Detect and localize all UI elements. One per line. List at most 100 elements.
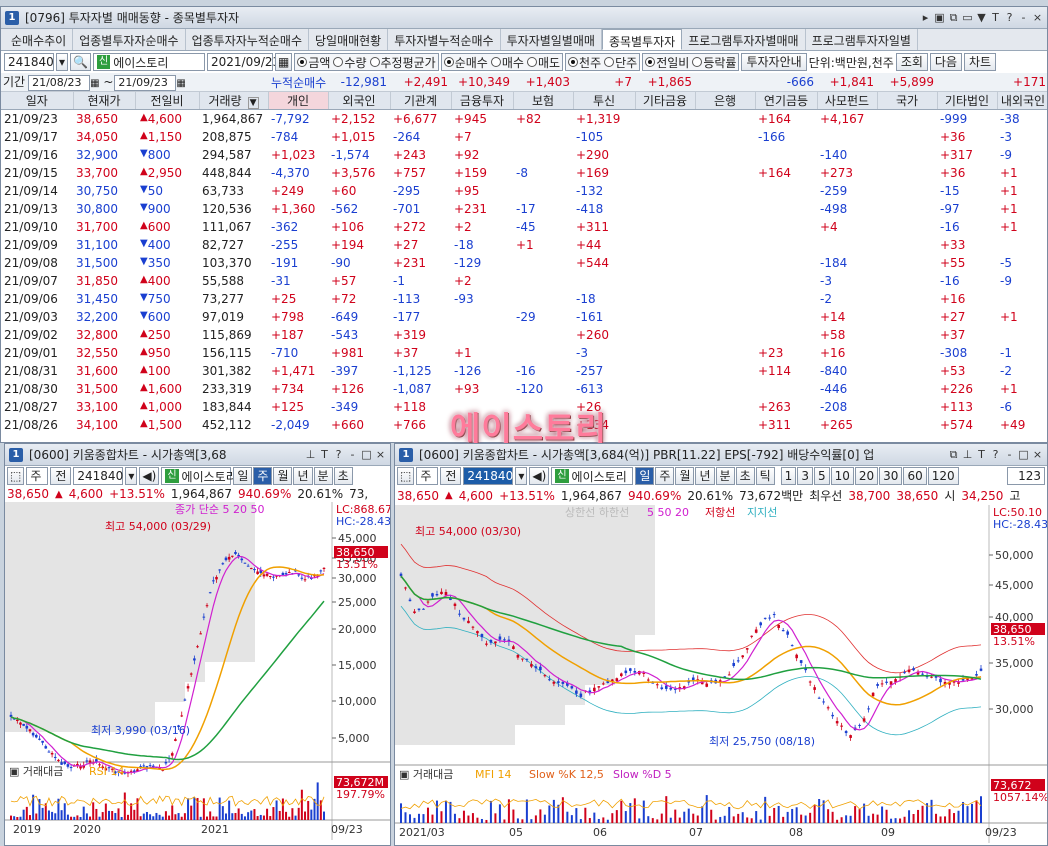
table-row[interactable]: 21/09/02 32,800 ▲ 250 115,869 +187 -543 +319 +26… [1, 326, 1047, 344]
column-header[interactable]: 거래량 ▼ [199, 91, 269, 110]
chart-code-input[interactable]: 241840 [73, 467, 124, 485]
interval-button-7[interactable]: 120 [927, 467, 959, 485]
period-from-input[interactable]: 21/08/23 [28, 75, 91, 91]
column-header[interactable]: 전일비 [135, 91, 200, 110]
tab-5[interactable]: 투자자별일별매매 [501, 29, 602, 50]
table-row[interactable]: 21/09/07 31,850 ▲ 400 55,588 -31 +57 -1 +2 -3 -16-… [1, 272, 1047, 290]
chart-menu-icon[interactable]: ⬚ [7, 467, 25, 485]
help-icon[interactable]: ? [333, 448, 344, 461]
column-header[interactable]: 현재가 [73, 91, 136, 110]
stock-code-input[interactable]: 241840 [4, 53, 54, 71]
table-row[interactable]: 21/09/23 38,650 ▲ 4,600 1,964,867 -7,792 +2,15… [1, 110, 1047, 128]
period-button-0[interactable]: 일 [233, 467, 253, 485]
radio-option[interactable]: 금액 [297, 54, 330, 71]
text-icon[interactable]: T [976, 448, 987, 462]
code-search-icon[interactable]: 🔍 [70, 53, 91, 71]
table-row[interactable]: 21/09/16 32,900 ▼ 800 294,587 +1,023 -1,574 +24… [1, 146, 1047, 164]
table-row[interactable]: 21/09/08 31,500 ▼ 350 103,370 -191 -90 +231 -129… [1, 254, 1047, 272]
window-button-7[interactable]: - [1018, 11, 1029, 25]
period-button-1[interactable]: 주 [655, 467, 675, 485]
close-icon[interactable]: × [1032, 448, 1043, 462]
column-header[interactable]: 외국인 [328, 91, 391, 110]
tab-8[interactable]: 프로그램투자자일별 [806, 29, 918, 50]
minimize-icon[interactable]: - [347, 448, 358, 461]
column-header[interactable]: 사모펀드 [817, 91, 878, 110]
help-icon[interactable]: ? [990, 448, 1001, 462]
interval-button-0[interactable]: 1 [780, 467, 797, 485]
period-button-3[interactable]: 년 [695, 467, 715, 485]
column-header[interactable]: 내외국인 [997, 91, 1047, 110]
pin-icon[interactable]: ⊥ [962, 448, 973, 462]
code-dropdown-button[interactable]: ▾ [515, 467, 528, 485]
tab-6[interactable]: 종목별투자자 [601, 29, 683, 50]
tab-4[interactable]: 투자자별누적순매수 [388, 29, 501, 50]
interval-button-2[interactable]: 5 [813, 467, 830, 485]
calendar-icon[interactable]: ▦ [176, 78, 185, 89]
window-button-5[interactable]: T [990, 11, 1001, 25]
period-to-input[interactable]: 21/09/23 [114, 75, 177, 91]
period-button-1[interactable]: 주 [253, 467, 273, 485]
table-row[interactable]: 21/09/09 31,100 ▼ 400 82,727 -255 +194 +27 -18 +1… [1, 236, 1047, 254]
period-button-2[interactable]: 월 [675, 467, 695, 485]
tab-1[interactable]: 업종별투자자순매수 [73, 29, 186, 50]
table-row[interactable]: 21/08/30 31,500 ▲ 1,600 233,319 +734 +126 -1,08… [1, 380, 1047, 398]
main-title-bar[interactable]: 1 [0796] 투자자별 매매동향 - 종목별투자자 ▸ ▣ ⧉ ▭ ▼ T? - × [1, 7, 1047, 29]
chart-stock-name[interactable]: 신 에이스토리 [161, 467, 237, 485]
column-header[interactable]: 기타금융 [635, 91, 696, 110]
right-price-chart[interactable]: ▣ 에이스토리 매물대 수(10)LC:50.10HC:-28.4350,000… [395, 505, 1047, 843]
maximize-icon[interactable]: □ [1018, 448, 1029, 462]
period-button-4[interactable]: 분 [313, 467, 333, 485]
column-header[interactable]: 보험 [513, 91, 574, 110]
sound-icon[interactable]: ◀) [529, 467, 550, 485]
right-chart-title-bar[interactable]: 1 [0600] 키움종합차트 - 시가총액[3,684(억)] PBR[11.… [395, 444, 1047, 466]
stock-name-field[interactable]: 신 에이스토리 [92, 53, 205, 71]
calendar-icon[interactable]: ▦ [274, 53, 293, 71]
column-header[interactable]: 기타법인 [937, 91, 998, 110]
window-button-6[interactable]: ? [1004, 11, 1015, 25]
interval-button-3[interactable]: 10 [830, 467, 854, 485]
window-button-4[interactable]: ▼ [976, 11, 987, 25]
sound-icon[interactable]: ◀) [139, 467, 160, 485]
maximize-icon[interactable]: □ [361, 448, 372, 461]
next-button[interactable]: 다음 [929, 53, 962, 71]
period-button-5[interactable]: 초 [333, 467, 353, 485]
radio-option[interactable]: 수량 [333, 54, 367, 71]
column-header[interactable]: 개인 [268, 91, 329, 110]
chart-button[interactable]: 차트 [964, 53, 997, 71]
column-header[interactable]: 투신 [573, 91, 636, 110]
radio-option[interactable]: 매수 [490, 54, 524, 71]
table-row[interactable]: 21/08/31 31,600 ▲ 100 301,382 +1,471 -397 -1,12… [1, 362, 1047, 380]
period-select[interactable]: 주 [26, 467, 49, 485]
radio-option[interactable]: 등락률 [692, 54, 736, 71]
table-row[interactable]: 21/09/01 32,550 ▲ 950 156,115 -710 +981 +37 +1 -3… [1, 344, 1047, 362]
column-header[interactable]: 금융투자 [451, 91, 514, 110]
prev-button[interactable]: 전 [50, 467, 72, 485]
radio-option[interactable]: 매도 [526, 54, 560, 71]
table-row[interactable]: 21/09/06 31,450 ▼ 750 73,277 +25 +72 -113 -93 -18… [1, 290, 1047, 308]
prev-button[interactable]: 전 [440, 467, 462, 485]
tab-2[interactable]: 업종투자자누적순매수 [186, 29, 309, 50]
date-input[interactable]: 2021/09/23 [206, 53, 280, 71]
period-select[interactable]: 주 [416, 467, 439, 485]
interval-button-5[interactable]: 30 [879, 467, 903, 485]
table-row[interactable]: 21/09/15 33,700 ▲ 2,950 448,844 -4,370 +3,576 +… [1, 164, 1047, 182]
radio-option[interactable]: 단주 [604, 54, 637, 71]
radio-option[interactable]: 추정평균가 [369, 54, 436, 71]
radio-option[interactable]: 전일비 [645, 54, 689, 71]
interval-button-6[interactable]: 60 [903, 467, 927, 485]
calendar-icon[interactable]: ▦ [90, 78, 99, 89]
link-icon[interactable]: ⧉ [948, 448, 959, 462]
left-chart-title-bar[interactable]: 1 [0600] 키움종합차트 - 시가총액[3,68 ⊥ T? - □ × [5, 444, 390, 466]
column-header[interactable]: 일자 [1, 91, 74, 110]
table-row[interactable]: 21/09/10 31,700 ▲ 600 111,067 -362 +106 +272 +2-… [1, 218, 1047, 236]
query-button[interactable]: 조회 [895, 53, 928, 71]
tab-0[interactable]: 순매수추이 [5, 29, 74, 50]
window-button-0[interactable]: ▸ [920, 11, 931, 25]
table-row[interactable]: 21/09/13 30,800 ▼ 900 120,536 +1,360 -562 -701 +… [1, 200, 1047, 218]
period-button-3[interactable]: 년 [293, 467, 313, 485]
window-button-2[interactable]: ⧉ [948, 11, 959, 25]
code-dropdown-button[interactable]: ▾ [56, 53, 69, 71]
period-button-0[interactable]: 일 [635, 467, 655, 485]
pin-icon[interactable]: ⊥ [305, 448, 316, 461]
table-row[interactable]: 21/09/17 34,050 ▲ 1,150 208,875 -784 +1,015 -26… [1, 128, 1047, 146]
